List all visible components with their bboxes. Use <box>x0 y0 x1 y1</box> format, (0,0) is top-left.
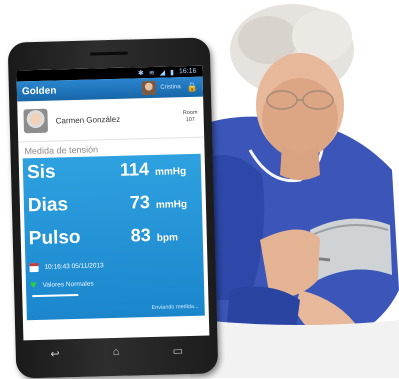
signal-icon: ◢ <box>159 69 166 77</box>
reading-panel: Sis 114 mmHg Dias 73 mmHg Pulso 83 bpm 1… <box>22 153 205 321</box>
reading-row-systolic: Sis 114 mmHg <box>23 158 202 196</box>
bluetooth-icon: ✱ <box>137 69 144 77</box>
calendar-icon <box>29 262 39 273</box>
status-row: ♥ Valores Normales <box>26 270 204 294</box>
home-icon[interactable]: ⌂ <box>113 346 120 358</box>
status-text: Valores Normales <box>42 280 94 289</box>
reading-row-diastolic: Dias 73 mmHg <box>24 191 203 229</box>
reading-label: Dias <box>27 194 69 217</box>
phone-screen: ✱ ≋ ◢ ▮ 16:16 Golden Cristina 🔒 Carmen G… <box>16 65 210 341</box>
sending-status: Enviando medida... <box>151 303 199 312</box>
smartphone: ✱ ≋ ◢ ▮ 16:16 Golden Cristina 🔒 Carmen G… <box>7 37 219 379</box>
timestamp: 10:16:43 05/11/2013 <box>44 262 104 271</box>
app-title: Golden <box>21 84 57 97</box>
reading-value: 73 <box>129 192 151 213</box>
reading-value: 83 <box>130 225 151 246</box>
battery-icon: ▮ <box>169 68 175 76</box>
progress-underline <box>32 293 79 298</box>
user-avatar[interactable] <box>142 80 157 96</box>
reading-label: Sis <box>26 161 56 184</box>
patient-name: Carmen González <box>55 114 121 125</box>
user-name[interactable]: Cristina <box>160 84 180 91</box>
reading-unit: mmHg <box>155 199 188 211</box>
lock-icon[interactable]: 🔒 <box>186 81 198 92</box>
status-time: 16:16 <box>178 67 197 76</box>
reading-row-pulse: Pulso 83 bpm <box>25 224 204 262</box>
heart-icon: ♥ <box>29 279 37 292</box>
reading-unit: bpm <box>156 232 179 244</box>
wifi-icon: ≋ <box>148 69 155 77</box>
patient-row[interactable]: Carmen González Room 107 <box>17 96 205 143</box>
room-number: 107 <box>185 116 196 124</box>
reading-value: 114 <box>119 159 150 180</box>
reading-label: Pulso <box>28 226 81 250</box>
reading-unit: mmHg <box>154 166 187 178</box>
room-info: Room 107 <box>183 110 198 124</box>
recent-apps-icon[interactable]: ▭ <box>173 344 184 357</box>
patient-avatar <box>23 108 49 134</box>
back-icon[interactable]: ↩ <box>50 347 60 360</box>
